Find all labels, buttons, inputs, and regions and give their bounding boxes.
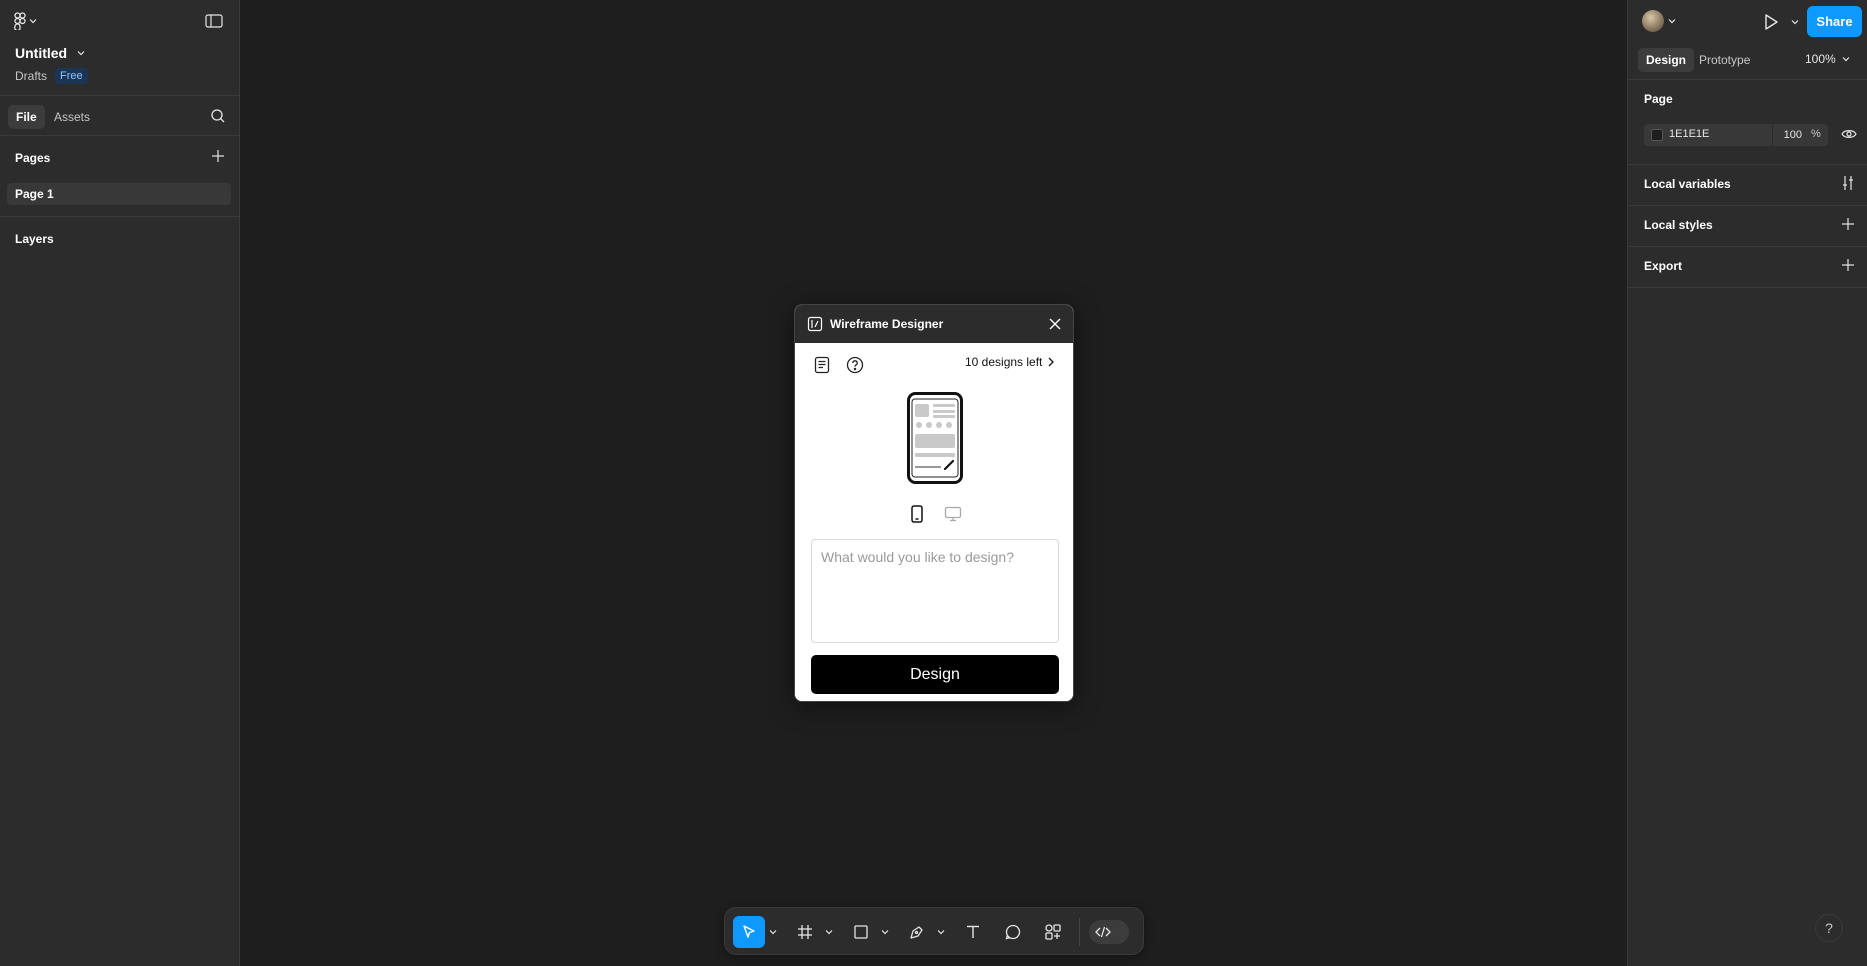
page-item[interactable]: Page 1 xyxy=(7,183,231,205)
plugin-body: 10 designs left What would you like to d… xyxy=(795,343,1073,701)
move-icon[interactable] xyxy=(733,916,765,948)
add-export-plus-icon[interactable] xyxy=(1841,258,1855,272)
present-play-icon[interactable] xyxy=(1763,13,1779,31)
chevron-down-icon xyxy=(1668,18,1676,24)
zoom-dropdown[interactable]: 100% xyxy=(1805,52,1850,66)
export-label: Export xyxy=(1644,259,1683,273)
bottom-toolbar xyxy=(724,907,1144,955)
chevron-down-icon xyxy=(29,18,37,24)
rectangle-icon[interactable] xyxy=(845,916,877,948)
layers-header: Layers xyxy=(15,232,54,246)
chevron-down-icon xyxy=(77,50,85,56)
frame-options-chevron-icon[interactable] xyxy=(825,929,833,935)
desktop-device-icon[interactable] xyxy=(944,505,962,523)
designs-left-label: 10 designs left xyxy=(965,355,1043,369)
user-menu-button[interactable] xyxy=(1642,10,1676,32)
right-panel-header: Share Design Prototype 100% xyxy=(1628,0,1867,80)
drafts-link[interactable]: Drafts xyxy=(15,69,47,83)
help-button[interactable]: ? xyxy=(1815,914,1843,942)
dev-mode-icon xyxy=(1095,926,1111,938)
main-menu-button[interactable] xyxy=(14,12,37,30)
comment-icon[interactable] xyxy=(997,916,1029,948)
background-hex-input[interactable]: 1E1E1E xyxy=(1669,128,1709,140)
plugin-window: Wireframe Designer 10 designs left What … xyxy=(794,304,1074,702)
dev-mode-toggle[interactable] xyxy=(1089,920,1129,944)
divider xyxy=(0,216,240,217)
chevron-down-icon[interactable] xyxy=(1791,19,1799,25)
sidebar-toggle-icon[interactable] xyxy=(205,13,223,29)
avatar xyxy=(1642,10,1664,32)
color-swatch[interactable] xyxy=(1651,129,1663,141)
divider xyxy=(1628,287,1867,288)
move-options-chevron-icon[interactable] xyxy=(769,929,777,935)
divider xyxy=(1628,246,1867,247)
divider xyxy=(1628,164,1867,165)
file-name: Untitled xyxy=(15,45,68,61)
file-header: Untitled Drafts Free xyxy=(0,0,240,96)
divider xyxy=(1079,918,1080,946)
frame-icon[interactable] xyxy=(789,916,821,948)
page-section-title: Page xyxy=(1644,92,1673,106)
pen-options-chevron-icon[interactable] xyxy=(937,929,945,935)
add-page-icon[interactable] xyxy=(211,149,225,163)
percent-sign: % xyxy=(1811,128,1821,140)
variables-icon[interactable] xyxy=(1841,175,1855,191)
text-icon[interactable] xyxy=(957,916,989,948)
phone-wireframe-illustration xyxy=(907,392,963,484)
file-location: Drafts Free xyxy=(15,68,88,84)
pages-header: Pages xyxy=(15,151,51,165)
shape-options-chevron-icon[interactable] xyxy=(881,929,889,935)
document-icon[interactable] xyxy=(814,356,830,374)
chevron-down-icon xyxy=(1842,56,1850,62)
plugin-header[interactable]: Wireframe Designer xyxy=(795,305,1073,343)
close-icon[interactable] xyxy=(1048,317,1062,331)
right-panel: Share Design Prototype 100% Page 1E1E1E … xyxy=(1627,0,1867,966)
left-panel-tabs: File Assets xyxy=(0,96,240,136)
tab-prototype[interactable]: Prototype xyxy=(1691,48,1758,72)
eye-icon[interactable] xyxy=(1841,128,1857,140)
background-opacity-input[interactable]: 100 xyxy=(1772,124,1804,146)
figma-logo-icon xyxy=(14,12,26,30)
plan-badge: Free xyxy=(55,68,88,84)
page-item-label: Page 1 xyxy=(15,187,54,201)
design-button[interactable]: Design xyxy=(811,655,1059,694)
search-icon[interactable] xyxy=(210,108,226,124)
local-styles-label: Local styles xyxy=(1644,218,1713,232)
divider xyxy=(1628,205,1867,206)
add-style-plus-icon[interactable] xyxy=(1841,217,1855,231)
tab-assets[interactable]: Assets xyxy=(46,105,98,129)
help-circle-icon[interactable] xyxy=(846,356,864,374)
tab-file[interactable]: File xyxy=(8,105,45,129)
mobile-device-icon[interactable] xyxy=(910,505,924,523)
plugin-title: Wireframe Designer xyxy=(830,317,944,331)
tab-design[interactable]: Design xyxy=(1638,48,1695,72)
plugin-icon xyxy=(807,316,823,332)
chevron-right-icon xyxy=(1048,357,1055,367)
file-name-button[interactable]: Untitled xyxy=(15,45,85,61)
pen-icon[interactable] xyxy=(901,916,933,948)
local-variables-label: Local variables xyxy=(1644,177,1731,191)
left-panel: Untitled Drafts Free File Assets Pages P… xyxy=(0,0,240,966)
page-background-field[interactable]: 1E1E1E 100 % xyxy=(1644,124,1828,146)
designs-left-link[interactable]: 10 designs left xyxy=(965,355,1055,369)
design-prompt-input[interactable] xyxy=(811,539,1059,643)
actions-icon[interactable] xyxy=(1037,916,1069,948)
zoom-value: 100% xyxy=(1805,52,1836,66)
share-button[interactable]: Share xyxy=(1807,6,1862,37)
